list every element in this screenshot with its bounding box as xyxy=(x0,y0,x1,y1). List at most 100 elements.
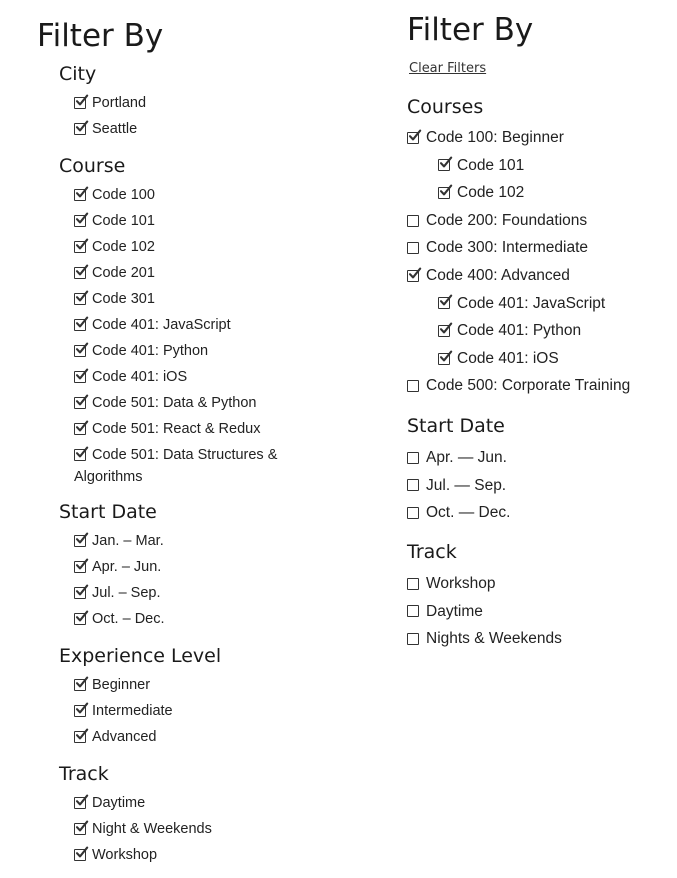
checkbox-option-jul-sep[interactable]: Jul. – Sep. xyxy=(74,584,161,601)
checked-checkbox-icon[interactable] xyxy=(74,368,89,384)
checked-checkbox-icon[interactable] xyxy=(438,322,453,337)
checked-checkbox-icon[interactable] xyxy=(74,264,89,280)
checkbox-label: Code 501: React & Redux xyxy=(92,421,261,437)
checked-checkbox-icon[interactable] xyxy=(438,184,453,199)
checkbox-option-apr-jun[interactable]: Apr. – Jun. xyxy=(74,558,162,575)
checkbox-option-code-401-javascript[interactable]: Code 401: JavaScript xyxy=(74,316,231,333)
checkbox-option-code-300-intermediate[interactable]: Code 300: Intermediate xyxy=(407,240,588,256)
checkbox-option-code-401-javascript[interactable]: Code 401: JavaScript xyxy=(438,294,606,312)
checked-checkbox-icon[interactable] xyxy=(74,610,89,626)
checkbox-label: Jul. — Sep. xyxy=(426,476,507,494)
checked-checkbox-icon[interactable] xyxy=(74,728,89,744)
checkbox-label: Jul. – Sep. xyxy=(92,585,161,601)
checked-checkbox-icon[interactable] xyxy=(74,316,89,332)
checkbox-option-code-501-data-and-python[interactable]: Code 501: Data & Python xyxy=(74,394,256,411)
checkbox-option-code-102[interactable]: Code 102 xyxy=(438,184,524,201)
checked-checkbox-icon[interactable] xyxy=(407,267,422,282)
checked-checkbox-icon[interactable] xyxy=(74,846,89,862)
checkbox-option-code-301[interactable]: Code 301 xyxy=(74,290,155,307)
checkbox-option-code-200-foundations[interactable]: Code 200: Foundations xyxy=(407,213,587,229)
checkbox-option-code-101[interactable]: Code 101 xyxy=(438,156,524,174)
unchecked-checkbox-icon[interactable] xyxy=(407,479,419,492)
checkbox-option-workshop[interactable]: Workshop xyxy=(74,846,157,863)
unchecked-checkbox-icon[interactable] xyxy=(407,577,419,590)
checkbox-option-code-101[interactable]: Code 101 xyxy=(74,212,155,229)
unchecked-checkbox-icon[interactable] xyxy=(407,506,419,519)
unchecked-checkbox-icon[interactable] xyxy=(407,451,419,464)
checked-checkbox-icon[interactable] xyxy=(74,584,89,600)
track-heading: Track xyxy=(59,763,109,785)
start-date-heading: Start Date xyxy=(407,415,505,437)
checkbox-option-jul-sep[interactable]: Jul. — Sep. xyxy=(407,476,507,494)
panel-title: Filter By xyxy=(37,18,164,54)
checked-checkbox-icon[interactable] xyxy=(74,290,89,306)
checkbox-label: Code 300: Intermediate xyxy=(426,239,588,257)
checkbox-label: Apr. — Jun. xyxy=(426,449,507,466)
checked-checkbox-icon[interactable] xyxy=(74,342,89,358)
track-heading: Track xyxy=(407,541,457,563)
checkbox-option-code-401-python[interactable]: Code 401: Python xyxy=(438,322,582,340)
checked-checkbox-icon[interactable] xyxy=(74,794,89,810)
checkbox-option-daytime[interactable]: Daytime xyxy=(407,604,483,620)
checkbox-option-advanced[interactable]: Advanced xyxy=(74,728,157,745)
unchecked-checkbox-icon[interactable] xyxy=(407,214,419,227)
checkbox-label: Portland xyxy=(92,95,147,111)
checkbox-option-code-501-react-and-redux[interactable]: Code 501: React & Redux xyxy=(74,420,261,437)
checkbox-label: Nights & Weekends xyxy=(426,630,562,648)
checkbox-option-seattle[interactable]: Seattle xyxy=(74,120,137,137)
checked-checkbox-icon[interactable] xyxy=(74,558,89,574)
checked-checkbox-icon[interactable] xyxy=(74,186,89,202)
checkbox-option-code-401-ios[interactable]: Code 401: iOS xyxy=(74,368,187,385)
checked-checkbox-icon[interactable] xyxy=(74,420,89,436)
checked-checkbox-icon[interactable] xyxy=(74,394,89,410)
clear-filters-link[interactable]: Clear Filters xyxy=(409,62,486,75)
checkbox-label: Code 401: JavaScript xyxy=(457,294,606,312)
checked-checkbox-icon[interactable] xyxy=(74,820,89,836)
checkbox-label: Workshop xyxy=(426,575,496,592)
checkbox-label: Oct. – Dec. xyxy=(92,611,165,627)
checkbox-option-code-201[interactable]: Code 201 xyxy=(74,264,155,281)
checkbox-option-oct-dec[interactable]: Oct. — Dec. xyxy=(407,505,510,521)
checkbox-label: Code 401: Python xyxy=(457,322,582,340)
checkbox-option-nights-and-weekends[interactable]: Nights & Weekends xyxy=(407,631,562,647)
checkbox-option-night-and-weekends[interactable]: Night & Weekends xyxy=(74,820,212,837)
checkbox-option-jan-mar[interactable]: Jan. – Mar. xyxy=(74,532,164,549)
checked-checkbox-icon[interactable] xyxy=(74,676,89,692)
checked-checkbox-icon[interactable] xyxy=(74,120,89,136)
checkbox-option-daytime[interactable]: Daytime xyxy=(74,794,145,811)
checkbox-option-code-401-python[interactable]: Code 401: Python xyxy=(74,342,208,359)
checked-checkbox-icon[interactable] xyxy=(74,238,89,254)
checked-checkbox-icon[interactable] xyxy=(407,129,422,144)
checkbox-label: Code 401: JavaScript xyxy=(92,317,231,333)
checkbox-option-code-500-corporate-training[interactable]: Code 500: Corporate Training xyxy=(407,378,630,394)
checkbox-option-code-100[interactable]: Code 100 xyxy=(74,186,155,203)
checkbox-option-code-400-advanced[interactable]: Code 400: Advanced xyxy=(407,267,570,284)
checkbox-option-code-501-data-structures-and[interactable]: Code 501: Data Structures & xyxy=(74,446,277,463)
checked-checkbox-icon[interactable] xyxy=(74,702,89,718)
checked-checkbox-icon[interactable] xyxy=(438,350,453,365)
unchecked-checkbox-icon[interactable] xyxy=(407,632,419,645)
checkbox-option-code-102[interactable]: Code 102 xyxy=(74,238,155,255)
checkbox-option-apr-jun[interactable]: Apr. — Jun. xyxy=(407,450,507,466)
checked-checkbox-icon[interactable] xyxy=(74,212,89,228)
courses-heading: Courses xyxy=(407,96,484,118)
checkbox-option-portland[interactable]: Portland xyxy=(74,94,147,111)
checkbox-option-code-401-ios[interactable]: Code 401: iOS xyxy=(438,350,559,367)
checked-checkbox-icon[interactable] xyxy=(438,156,453,172)
checkbox-label: Apr. – Jun. xyxy=(92,559,162,575)
checked-checkbox-icon[interactable] xyxy=(74,94,89,110)
checkbox-label-continuation: Algorithms xyxy=(74,469,143,485)
checked-checkbox-icon[interactable] xyxy=(74,532,89,548)
checked-checkbox-icon[interactable] xyxy=(438,294,453,310)
checkbox-label: Code 200: Foundations xyxy=(426,211,588,229)
checkbox-option-workshop[interactable]: Workshop xyxy=(407,576,496,592)
checkbox-option-code-100-beginner[interactable]: Code 100: Beginner xyxy=(407,129,564,146)
checkbox-option-beginner[interactable]: Beginner xyxy=(74,676,150,693)
unchecked-checkbox-icon[interactable] xyxy=(407,242,419,255)
experience-level-heading: Experience Level xyxy=(59,645,222,667)
unchecked-checkbox-icon[interactable] xyxy=(407,380,419,393)
checked-checkbox-icon[interactable] xyxy=(74,446,89,462)
checkbox-option-intermediate[interactable]: Intermediate xyxy=(74,702,173,719)
unchecked-checkbox-icon[interactable] xyxy=(407,605,419,618)
checkbox-option-oct-dec[interactable]: Oct. – Dec. xyxy=(74,610,165,627)
